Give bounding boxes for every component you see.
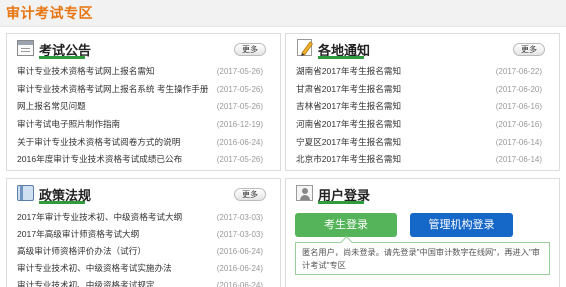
list-item[interactable]: 湖南省2017年考生报名需知 (2017-06-22) bbox=[286, 63, 559, 81]
list-item[interactable]: 审计专业技术初、中级资格考试规定 (2016-06-24) bbox=[7, 277, 280, 287]
notice-board-icon bbox=[17, 40, 34, 56]
item-date: (2016-12-19) bbox=[216, 120, 263, 130]
panel-header: 考试公告 更多 bbox=[7, 34, 280, 61]
item-link[interactable]: 审计考试电子照片制作指南 bbox=[17, 116, 120, 134]
item-link[interactable]: 2017年审计专业技术初、中级资格考试大纲 bbox=[17, 209, 182, 226]
list-item[interactable]: 2017年高级审计师资格考试大纲 (2017-03-03) bbox=[7, 226, 280, 243]
item-date: (2017-05-26) bbox=[216, 67, 263, 76]
panel-header: 政策法规 更多 bbox=[7, 179, 280, 206]
pencil-icon bbox=[297, 39, 314, 56]
local-notice-panel: 各地通知 更多 湖南省2017年考生报名需知 (2017-06-22) 甘肃省20… bbox=[285, 33, 560, 171]
more-button[interactable]: 更多 bbox=[234, 188, 266, 201]
list-item[interactable]: 宁夏区2017年考生报名需知 (2017-06-14) bbox=[286, 134, 559, 152]
item-date: (2017-06-14) bbox=[495, 137, 542, 147]
item-link[interactable]: 2017年高级审计师资格考试大纲 bbox=[17, 226, 139, 243]
item-link[interactable]: 湖南省2017年考生报名需知 bbox=[296, 63, 401, 81]
book-icon bbox=[17, 185, 34, 201]
policy-list: 2017年审计专业技术初、中级资格考试大纲 (2017-03-03) 2017年高… bbox=[7, 209, 280, 287]
item-date: (2016-06-24) bbox=[216, 264, 263, 273]
list-item[interactable]: 吉林省2017年考生报名需知 (2017-06-16) bbox=[286, 98, 559, 116]
item-date: (2016-06-24) bbox=[216, 247, 263, 256]
item-link[interactable]: 宁夏区2017年考生报名需知 bbox=[296, 134, 401, 152]
list-item[interactable]: 2016年度审计专业技术资格考试成绩已公布 (2017-05-26) bbox=[7, 151, 280, 169]
list-item[interactable]: 北京市2017年考生报名需知 (2017-06-14) bbox=[286, 151, 559, 169]
item-date: (2017-03-03) bbox=[216, 230, 263, 239]
item-date: (2017-05-26) bbox=[216, 155, 263, 165]
title-underline bbox=[39, 201, 85, 204]
item-link[interactable]: 审计专业技术资格考试网上报名需知 bbox=[17, 63, 155, 81]
policy-panel: 政策法规 更多 2017年审计专业技术初、中级资格考试大纲 (2017-03-03… bbox=[6, 178, 281, 287]
title-underline bbox=[318, 201, 364, 204]
item-date: (2017-06-22) bbox=[495, 67, 542, 76]
item-link[interactable]: 甘肃省2017年考生报名需知 bbox=[296, 81, 401, 99]
list-item[interactable]: 网上报名常见问题 (2017-05-26) bbox=[7, 98, 280, 116]
item-link[interactable]: 高级审计师资格评价办法（试行） bbox=[17, 243, 146, 260]
item-date: (2016-06-24) bbox=[216, 281, 263, 287]
list-item[interactable]: 关于审计专业技术资格考试阅卷方式的说明 (2016-06-24) bbox=[7, 134, 280, 152]
exam-notice-list: 审计专业技术资格考试网上报名需知 (2017-05-26) 审计专业技术资格考试网… bbox=[7, 63, 280, 169]
item-date: (2017-06-16) bbox=[495, 120, 542, 130]
list-item[interactable]: 高级审计师资格评价办法（试行） (2016-06-24) bbox=[7, 243, 280, 260]
list-item[interactable]: 审计专业技术初、中级资格考试实施办法 (2016-06-24) bbox=[7, 260, 280, 277]
login-status-notice: 匿名用户，尚未登录。请先登录"中国审计数字在线网"，再进入"审计考试"专区 bbox=[295, 242, 550, 275]
panel-header: 用户登录 bbox=[286, 179, 559, 206]
item-date: (2017-05-26) bbox=[216, 102, 263, 112]
title-underline bbox=[39, 56, 85, 59]
item-link[interactable]: 北京市2017年考生报名需知 bbox=[296, 151, 401, 169]
list-item[interactable]: 河南省2017年考生报名需知 (2017-06-16) bbox=[286, 116, 559, 134]
page-title: 审计考试专区 bbox=[6, 5, 93, 21]
panel-header: 各地通知 更多 bbox=[286, 34, 559, 61]
item-date: (2017-05-26) bbox=[216, 84, 263, 94]
header-bar: 审计考试专区 bbox=[0, 0, 566, 27]
item-link[interactable]: 审计专业技术初、中级资格考试实施办法 bbox=[17, 260, 172, 277]
item-link[interactable]: 关于审计专业技术资格考试阅卷方式的说明 bbox=[17, 134, 180, 152]
item-date: (2017-06-14) bbox=[495, 155, 542, 165]
item-date: (2017-06-20) bbox=[495, 84, 542, 94]
item-link[interactable]: 河南省2017年考生报名需知 bbox=[296, 116, 401, 134]
candidate-login-button[interactable]: 考生登录 bbox=[295, 213, 397, 237]
item-link[interactable]: 审计专业技术资格考试网上报名系统 考生操作手册 bbox=[17, 81, 208, 99]
user-icon bbox=[296, 185, 313, 201]
title-underline bbox=[318, 56, 364, 59]
item-link[interactable]: 吉林省2017年考生报名需知 bbox=[296, 98, 401, 116]
list-item[interactable]: 审计专业技术资格考试网上报名系统 考生操作手册 (2017-05-26) bbox=[7, 81, 280, 99]
more-button[interactable]: 更多 bbox=[234, 43, 266, 56]
exam-notice-panel: 考试公告 更多 审计专业技术资格考试网上报名需知 (2017-05-26) 审计专… bbox=[6, 33, 281, 171]
item-link[interactable]: 审计专业技术初、中级资格考试规定 bbox=[17, 277, 155, 287]
list-item[interactable]: 2017年审计专业技术初、中级资格考试大纲 (2017-03-03) bbox=[7, 209, 280, 226]
item-link[interactable]: 2016年度审计专业技术资格考试成绩已公布 bbox=[17, 151, 182, 169]
more-button[interactable]: 更多 bbox=[513, 43, 545, 56]
list-item[interactable]: 审计专业技术资格考试网上报名需知 (2017-05-26) bbox=[7, 63, 280, 81]
item-date: (2017-06-16) bbox=[495, 102, 542, 112]
item-link[interactable]: 网上报名常见问题 bbox=[17, 98, 86, 116]
list-item[interactable]: 甘肃省2017年考生报名需知 (2017-06-20) bbox=[286, 81, 559, 99]
list-item[interactable]: 审计考试电子照片制作指南 (2016-12-19) bbox=[7, 116, 280, 134]
item-date: (2016-06-24) bbox=[216, 137, 263, 147]
item-date: (2017-03-03) bbox=[216, 213, 263, 222]
login-panel: 用户登录 考生登录 管理机构登录 匿名用户，尚未登录。请先登录"中国审计数字在线… bbox=[285, 178, 560, 287]
local-notice-list: 湖南省2017年考生报名需知 (2017-06-22) 甘肃省2017年考生报名需… bbox=[286, 63, 559, 169]
agency-login-button[interactable]: 管理机构登录 bbox=[410, 213, 513, 237]
